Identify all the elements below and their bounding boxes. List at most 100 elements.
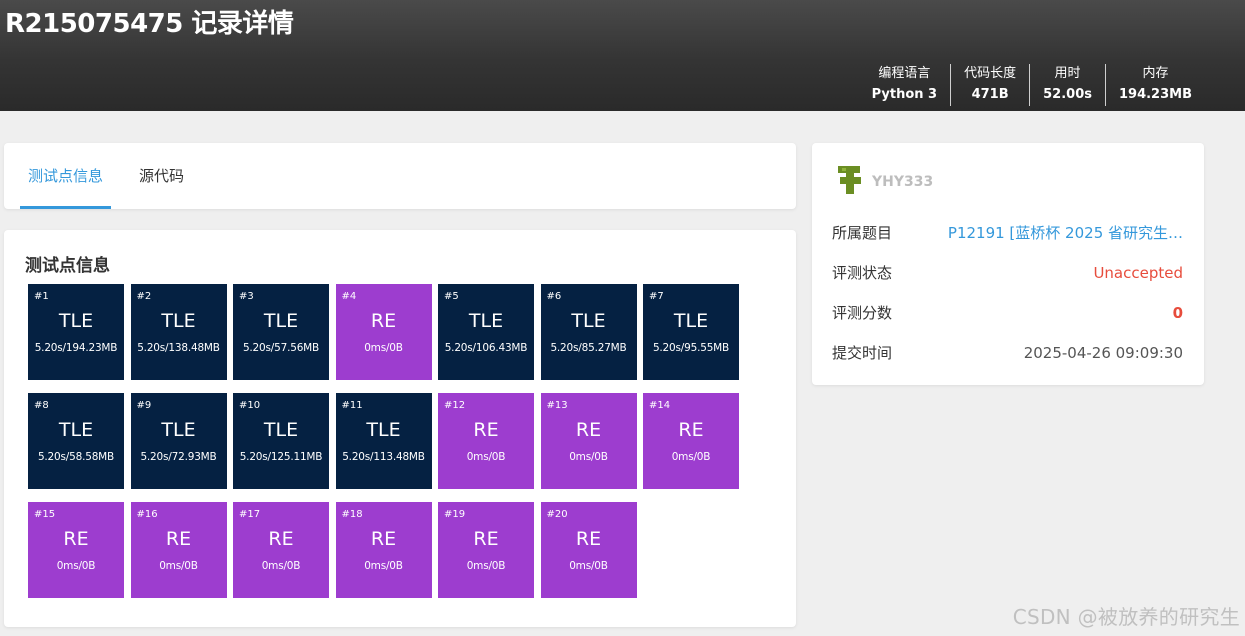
testcase-tile[interactable]: #8 TLE 5.20s/58.58MB <box>28 393 124 489</box>
testcase-tile[interactable]: #6 TLE 5.20s/85.27MB <box>540 284 637 380</box>
testcase-detail: 5.20s/113.48MB <box>342 451 425 463</box>
testcase-tile[interactable]: #18 RE 0ms/0B <box>335 502 432 598</box>
score-value: 0 <box>1172 304 1183 322</box>
info-label: 所属题目 <box>832 224 893 242</box>
testcase-tile[interactable]: #20 RE 0ms/0B <box>540 502 637 598</box>
info-row-status: 评测状态 Unaccepted <box>832 262 1183 284</box>
testcase-tile[interactable]: #5 TLE 5.20s/106.43MB <box>438 284 534 380</box>
testcase-detail: 5.20s/72.93MB <box>140 451 217 463</box>
testcase-panel: 测试点信息 #1 TLE 5.20s/194.23MB #2 TLE 5.20s/138.… <box>4 230 796 627</box>
testcase-id: #3 <box>239 291 254 302</box>
testcase-status: TLE <box>263 310 299 332</box>
stat-time: 用时 52.00s <box>1029 64 1105 106</box>
info-row-score: 评测分数 0 <box>832 302 1183 324</box>
testcase-status: RE <box>370 528 397 550</box>
testcase-detail: 0ms/0B <box>466 451 506 463</box>
testcase-status: TLE <box>161 419 196 441</box>
testcase-tile[interactable]: #16 RE 0ms/0B <box>130 502 227 598</box>
testcase-tile[interactable]: #19 RE 0ms/0B <box>438 502 534 598</box>
testcase-id: #2 <box>136 291 152 302</box>
testcase-id: #14 <box>649 400 671 411</box>
testcase-tile[interactable]: #13 RE 0ms/0B <box>540 393 637 489</box>
testcase-id: #11 <box>341 400 363 411</box>
testcase-id: #13 <box>546 400 568 411</box>
testcase-id: #9 <box>136 400 152 411</box>
stat-language: 编程语言 Python 3 <box>859 64 950 106</box>
testcase-detail: 5.20s/194.23MB <box>34 342 118 354</box>
testcase-tile[interactable]: #3 TLE 5.20s/57.56MB <box>233 284 329 380</box>
testcase-status: TLE <box>161 310 196 332</box>
tab-source-code[interactable]: 源代码 <box>131 143 192 209</box>
testcase-status: TLE <box>58 310 94 332</box>
testcase-id: #6 <box>546 291 562 302</box>
testcase-status: RE <box>473 419 499 441</box>
testcase-tile[interactable]: #2 TLE 5.20s/138.48MB <box>130 284 227 380</box>
submission-stats: 编程语言 Python 3 代码长度 471B 用时 52.00s 内存 194… <box>859 64 1205 106</box>
username: YHY333 <box>872 174 934 190</box>
tab-bar: 测试点信息 源代码 <box>4 143 796 209</box>
testcase-tile[interactable]: #9 TLE 5.20s/72.93MB <box>130 393 227 489</box>
testcase-id: #18 <box>341 509 363 520</box>
testcase-tile[interactable]: #15 RE 0ms/0B <box>28 502 124 598</box>
stat-memory: 内存 194.23MB <box>1104 64 1205 106</box>
testcase-detail: 0ms/0B <box>159 560 198 572</box>
testcase-id: #12 <box>444 400 466 411</box>
testcase-tile[interactable]: #12 RE 0ms/0B <box>438 393 534 489</box>
tab-testcase-info[interactable]: 测试点信息 <box>20 143 112 209</box>
stat-code-length: 代码长度 471B <box>950 64 1029 106</box>
user-avatar-icon <box>838 166 861 194</box>
info-label: 评测分数 <box>832 304 893 322</box>
testcase-status: RE <box>575 419 602 441</box>
testcase-id: #20 <box>546 509 568 520</box>
testcase-detail: 0ms/0B <box>466 560 506 572</box>
watermark: CSDN @被放养的研究生 <box>1012 605 1240 629</box>
testcase-detail: 0ms/0B <box>569 451 608 463</box>
testcase-tile[interactable]: #4 RE 0ms/0B <box>335 284 432 380</box>
page-title: R215075475 记录详情 <box>5 9 294 39</box>
testcase-status: TLE <box>366 419 401 441</box>
info-label: 评测状态 <box>832 264 893 282</box>
testcase-status: RE <box>165 528 192 550</box>
info-label: 提交时间 <box>832 344 893 362</box>
testcase-tile[interactable]: #17 RE 0ms/0B <box>233 502 329 598</box>
status-value: Unaccepted <box>1093 264 1183 282</box>
info-row-problem: 所属题目 P12191 [蓝桥杯 2025 省研究生… <box>832 222 1183 244</box>
testcase-status: RE <box>678 419 704 441</box>
info-row-submit-time: 提交时间 2025-04-26 09:09:30 <box>832 342 1183 364</box>
testcase-tile[interactable]: #10 TLE 5.20s/125.11MB <box>233 393 329 489</box>
testcase-detail: 5.20s/106.43MB <box>444 342 528 354</box>
stat-label: 内存 <box>1142 66 1169 81</box>
testcase-status: TLE <box>673 310 709 332</box>
testcase-tile[interactable]: #14 RE 0ms/0B <box>643 393 739 489</box>
testcase-status: RE <box>473 528 499 550</box>
testcase-status: RE <box>370 310 397 332</box>
testcase-detail: 5.20s/138.48MB <box>137 342 220 354</box>
testcase-status: RE <box>268 528 294 550</box>
user-block[interactable]: YHY333 <box>834 163 933 197</box>
submit-time-value: 2025-04-26 09:09:30 <box>1023 344 1183 362</box>
testcase-detail: 0ms/0B <box>56 560 96 572</box>
testcase-tile[interactable]: #7 TLE 5.20s/95.55MB <box>643 284 739 380</box>
testcase-status: TLE <box>571 310 606 332</box>
testcase-detail: 0ms/0B <box>364 560 403 572</box>
testcase-id: #5 <box>444 291 459 302</box>
testcase-id: #16 <box>136 509 158 520</box>
testcase-tile[interactable]: #1 TLE 5.20s/194.23MB <box>28 284 124 380</box>
stat-value: 194.23MB <box>1118 87 1192 102</box>
testcase-detail: 5.20s/125.11MB <box>239 451 323 463</box>
testcase-detail: 0ms/0B <box>671 451 711 463</box>
problem-link[interactable]: P12191 [蓝桥杯 2025 省研究生… <box>948 222 1183 244</box>
testcase-tile[interactable]: #11 TLE 5.20s/113.48MB <box>335 393 432 489</box>
stat-value: Python 3 <box>871 87 938 102</box>
testcase-status: RE <box>63 528 89 550</box>
testcase-detail: 0ms/0B <box>569 560 608 572</box>
testcase-detail: 0ms/0B <box>261 560 301 572</box>
testcase-id: #17 <box>239 509 261 520</box>
stat-value: 471B <box>971 87 1009 102</box>
testcase-status: RE <box>575 528 602 550</box>
testcase-panel-title: 测试点信息 <box>25 256 110 276</box>
testcase-id: #15 <box>34 509 56 520</box>
testcase-status: TLE <box>468 310 504 332</box>
stat-label: 用时 <box>1054 66 1081 81</box>
testcase-id: #7 <box>649 291 664 302</box>
